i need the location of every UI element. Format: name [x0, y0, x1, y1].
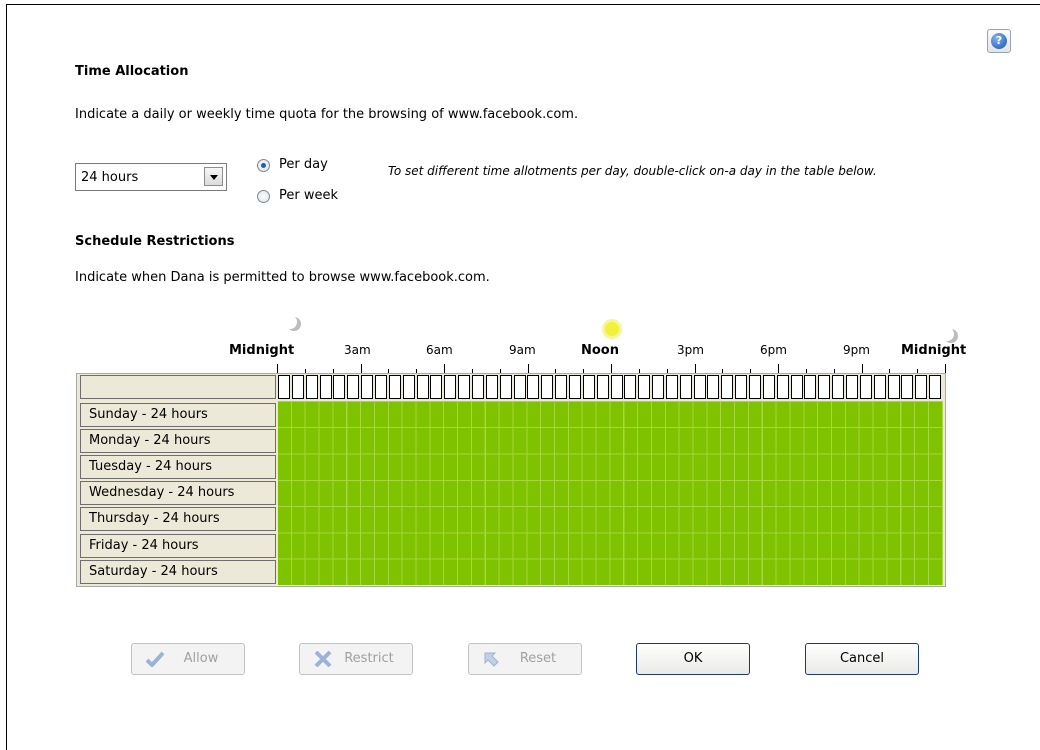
ok-button[interactable]: OK	[636, 643, 750, 675]
half-hour-header-cell[interactable]	[582, 375, 595, 399]
half-hour-header-cell[interactable]	[873, 375, 886, 399]
time-label: 9am	[509, 343, 536, 357]
half-hour-header-cell[interactable]	[624, 375, 637, 399]
half-hour-header-cell[interactable]	[568, 375, 581, 399]
moon-icon	[940, 327, 954, 341]
half-hour-header-cell[interactable]	[610, 375, 623, 399]
half-hour-header-cell[interactable]	[361, 375, 374, 399]
schedule-restrictions-description: Indicate when Dana is permitted to brows…	[75, 270, 490, 285]
reset-button-label: Reset	[519, 651, 557, 666]
per-week-label: Per week	[279, 188, 339, 203]
time-quota-value: 24 hours	[81, 170, 139, 185]
time-label: 6pm	[760, 343, 787, 357]
half-hour-header-cell[interactable]	[679, 375, 692, 399]
half-hour-header-cell[interactable]	[485, 375, 498, 399]
half-hour-header-cell[interactable]	[527, 375, 540, 399]
allow-button-label: Allow	[183, 651, 219, 666]
half-hour-header-cell[interactable]	[319, 375, 332, 399]
half-hour-header-cell[interactable]	[749, 375, 762, 399]
half-hour-header-cell[interactable]	[832, 375, 845, 399]
half-hour-header-cell[interactable]	[499, 375, 512, 399]
time-quota-select[interactable]: 24 hours	[75, 163, 227, 191]
half-hour-header-cell[interactable]	[652, 375, 665, 399]
day-row-label[interactable]: Wednesday - 24 hours	[80, 481, 276, 505]
half-hour-header-cell[interactable]	[513, 375, 526, 399]
restrict-button[interactable]: Restrict	[299, 643, 413, 675]
time-label: Midnight	[901, 343, 967, 358]
time-allocation-heading: Time Allocation	[75, 64, 189, 79]
half-hour-header-cell[interactable]	[915, 375, 928, 399]
time-allocation-description: Indicate a daily or weekly time quota fo…	[75, 107, 579, 122]
half-hour-header-cell[interactable]	[416, 375, 429, 399]
day-row-label[interactable]: Tuesday - 24 hours	[80, 455, 276, 479]
day-row-label[interactable]: Thursday - 24 hours	[80, 507, 276, 531]
half-hour-header-cell[interactable]	[859, 375, 872, 399]
reset-arrow-icon	[484, 652, 499, 667]
half-hour-header-cell[interactable]	[693, 375, 706, 399]
half-hour-header-cell[interactable]	[804, 375, 817, 399]
half-hour-header-cell[interactable]	[291, 375, 304, 399]
time-label: 6am	[426, 343, 453, 357]
time-label: 3am	[344, 343, 371, 357]
x-icon	[314, 651, 332, 667]
time-label: 9pm	[843, 343, 870, 357]
radio-checked-icon[interactable]	[257, 159, 270, 172]
time-allotment-note: To set different time allotments per day…	[388, 164, 877, 178]
checkmark-icon	[146, 651, 164, 667]
reset-button[interactable]: Reset	[468, 643, 582, 675]
half-hour-header-cell[interactable]	[278, 375, 290, 399]
sun-icon	[605, 322, 619, 336]
time-label: Midnight	[229, 343, 295, 358]
half-hour-header-cell[interactable]	[333, 375, 346, 399]
half-hour-header-cell[interactable]	[776, 375, 789, 399]
half-hour-header-cell[interactable]	[665, 375, 678, 399]
half-hour-header-cell[interactable]	[735, 375, 748, 399]
half-hour-header-cell[interactable]	[887, 375, 900, 399]
grid-header-corner	[80, 375, 276, 399]
half-hour-header-cell[interactable]	[402, 375, 415, 399]
half-hour-header-cell[interactable]	[790, 375, 803, 399]
half-hour-header-cell[interactable]	[430, 375, 443, 399]
cancel-button-label: Cancel	[839, 651, 885, 666]
day-row-label[interactable]: Monday - 24 hours	[80, 429, 276, 453]
moon-icon	[283, 315, 297, 329]
half-hour-header-cell[interactable]	[444, 375, 457, 399]
ok-button-label: OK	[683, 651, 703, 666]
half-hour-header-cell[interactable]	[929, 375, 942, 399]
chevron-down-icon[interactable]	[204, 167, 223, 186]
half-hour-header-cell[interactable]	[374, 375, 387, 399]
half-hour-header-cell[interactable]	[818, 375, 831, 399]
half-hour-header-cell[interactable]	[388, 375, 401, 399]
half-hour-header-cell[interactable]	[721, 375, 734, 399]
help-icon: ?	[991, 33, 1007, 49]
half-hour-header-cell[interactable]	[347, 375, 360, 399]
help-button[interactable]: ?	[987, 29, 1011, 53]
half-hour-header-cell[interactable]	[901, 375, 914, 399]
half-hour-header-cell[interactable]	[707, 375, 720, 399]
half-hour-header-cell[interactable]	[596, 375, 609, 399]
half-hour-header-cell[interactable]	[638, 375, 651, 399]
cancel-button[interactable]: Cancel	[805, 643, 919, 675]
half-hour-header-cell[interactable]	[471, 375, 484, 399]
allow-button[interactable]: Allow	[131, 643, 245, 675]
restrict-button-label: Restrict	[344, 651, 394, 666]
schedule-cells-allowed[interactable]	[278, 401, 943, 585]
day-row-label[interactable]: Sunday - 24 hours	[80, 403, 276, 427]
hour-column-headers	[278, 375, 943, 401]
day-row-label[interactable]: Friday - 24 hours	[80, 534, 276, 558]
half-hour-header-cell[interactable]	[541, 375, 554, 399]
half-hour-header-cell[interactable]	[555, 375, 568, 399]
schedule-restrictions-heading: Schedule Restrictions	[75, 234, 235, 249]
time-label: Noon	[581, 343, 619, 358]
half-hour-header-cell[interactable]	[846, 375, 859, 399]
radio-unchecked-icon[interactable]	[257, 190, 270, 203]
time-label: 3pm	[677, 343, 704, 357]
per-day-label: Per day	[279, 157, 328, 172]
half-hour-header-cell[interactable]	[762, 375, 775, 399]
half-hour-header-cell[interactable]	[305, 375, 318, 399]
day-row-label[interactable]: Saturday - 24 hours	[80, 560, 276, 584]
half-hour-header-cell[interactable]	[458, 375, 471, 399]
